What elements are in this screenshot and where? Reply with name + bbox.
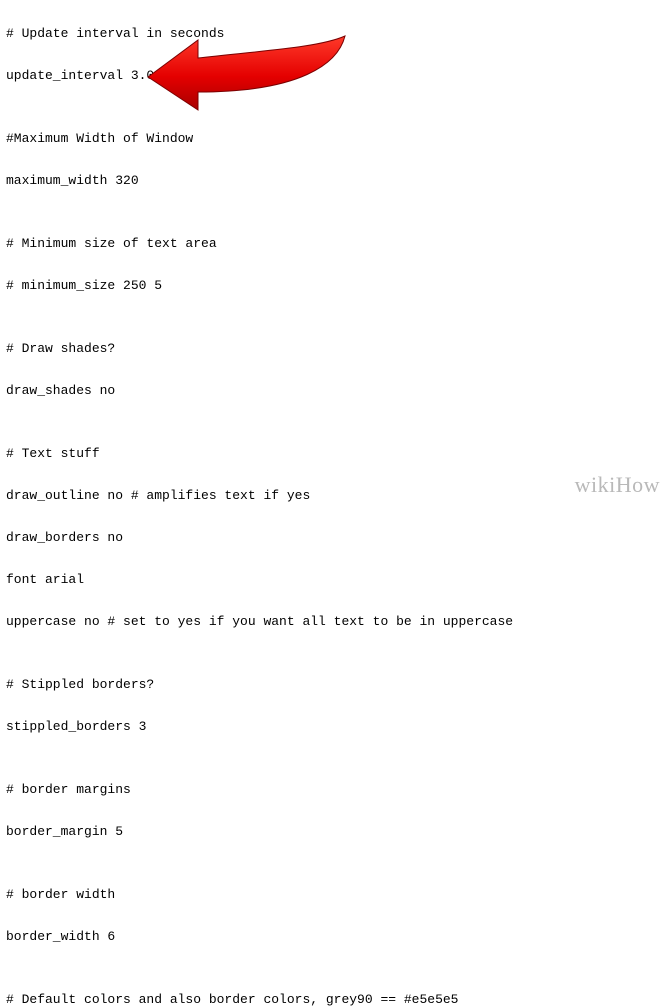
config-line: # Stippled borders?: [6, 674, 664, 695]
config-line: # Text stuff: [6, 443, 664, 464]
config-line: draw_borders no: [6, 527, 664, 548]
config-line: # border margins: [6, 779, 664, 800]
config-line: # minimum_size 250 5: [6, 275, 664, 296]
config-line: font arial: [6, 569, 664, 590]
config-line: # Update interval in seconds: [6, 23, 664, 44]
config-line-highlighted: maximum_width 320: [6, 170, 664, 191]
config-line: border_width 6: [6, 926, 664, 947]
config-line: # Default colors and also border colors,…: [6, 989, 664, 1006]
config-line: # border width: [6, 884, 664, 905]
config-file-content: # Update interval in seconds update_inte…: [0, 0, 670, 1006]
config-line: uppercase no # set to yes if you want al…: [6, 611, 664, 632]
config-line: update_interval 3.0: [6, 65, 664, 86]
config-line: border_margin 5: [6, 821, 664, 842]
config-line: draw_shades no: [6, 380, 664, 401]
config-line: # Minimum size of text area: [6, 233, 664, 254]
config-line: # Draw shades?: [6, 338, 664, 359]
config-line: stippled_borders 3: [6, 716, 664, 737]
wikihow-watermark: wikiHow: [575, 474, 660, 495]
config-line: #Maximum Width of Window: [6, 128, 664, 149]
